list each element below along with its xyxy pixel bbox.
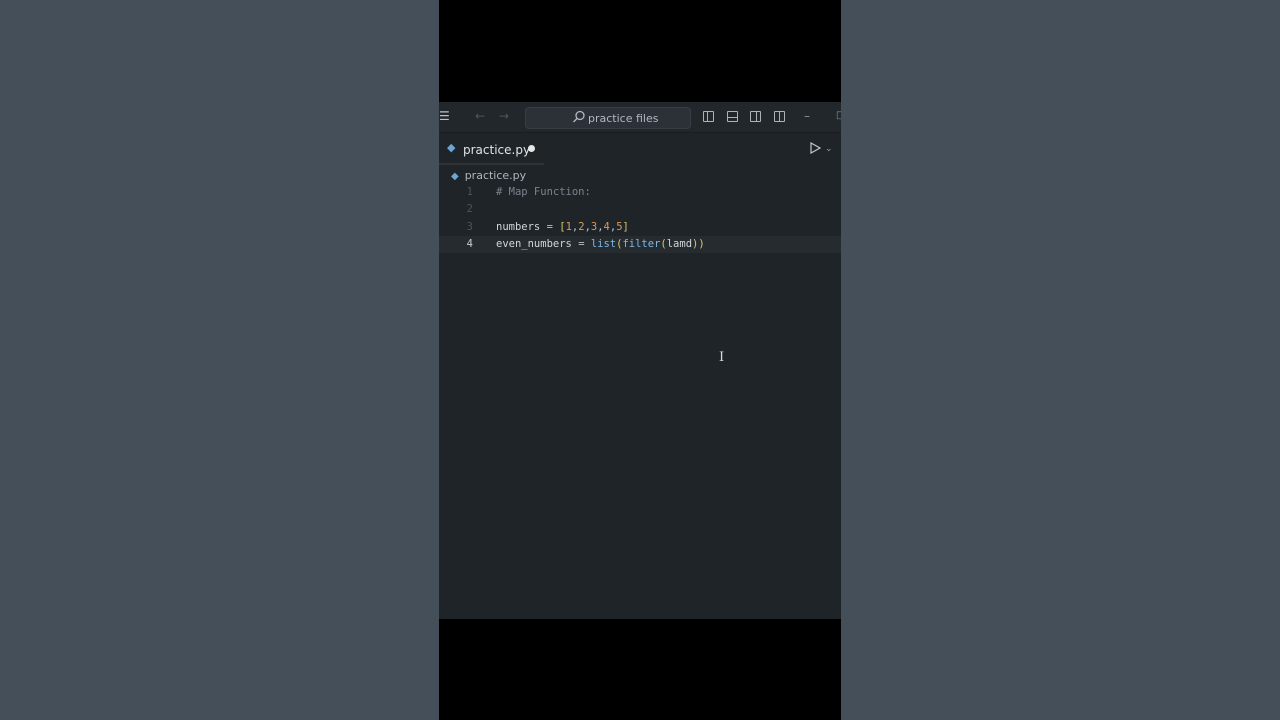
line-number: 3 — [466, 220, 473, 233]
text-cursor-icon: I — [719, 350, 725, 365]
toggle-bottom-panel-icon[interactable] — [727, 111, 738, 122]
minimize-icon[interactable]: – — [804, 110, 810, 122]
customize-layout-icon[interactable] — [774, 111, 785, 122]
tab-bar: ◆ practice.py ⌄ — [439, 133, 841, 165]
tab-practice-py[interactable]: ◆ practice.py — [439, 133, 544, 165]
code-text: # Map Function: — [496, 186, 591, 198]
code-line-active[interactable]: 4 even_numbers = list(filter(lamd)) — [439, 235, 841, 254]
python-file-icon: ◆ — [451, 171, 459, 182]
title-bar: ☰ ← → practice files – □ — [439, 102, 841, 133]
tab-label: practice.py — [463, 143, 531, 157]
search-label: practice files — [588, 112, 659, 125]
line-number: 2 — [466, 203, 473, 216]
code-line[interactable]: 3 numbers = [1,2,3,4,5] — [439, 219, 841, 236]
line-number: 1 — [466, 186, 473, 198]
toggle-left-panel-icon[interactable] — [703, 111, 714, 122]
search-bar[interactable]: practice files — [525, 107, 691, 129]
code-text: even_numbers = list(filter(lamd)) — [496, 237, 705, 250]
code-editor-window: ☰ ← → practice files – □ ◆ practice.py ⌄… — [439, 102, 841, 619]
code-area[interactable]: 1 # Map Function: 2 3 numbers = [1,2,3,4… — [439, 184, 841, 254]
arrow-right-icon[interactable]: → — [499, 110, 509, 122]
python-file-icon: ◆ — [447, 141, 456, 154]
breadcrumb[interactable]: ◆ practice.py — [451, 169, 526, 185]
unsaved-indicator[interactable] — [528, 145, 535, 152]
video-frame: ☰ ← → practice files – □ ◆ practice.py ⌄… — [439, 0, 841, 720]
maximize-icon[interactable]: □ — [836, 111, 841, 121]
run-icon[interactable] — [809, 142, 821, 154]
code-line[interactable]: 2 — [439, 201, 841, 218]
code-line[interactable]: 1 # Map Function: — [439, 184, 841, 201]
toggle-right-panel-icon[interactable] — [750, 111, 761, 122]
breadcrumb-file: practice.py — [464, 169, 527, 182]
arrow-left-icon[interactable]: ← — [475, 110, 485, 122]
hamburger-icon[interactable]: ☰ — [439, 110, 450, 122]
line-number: 4 — [466, 237, 473, 250]
chevron-down-icon[interactable]: ⌄ — [825, 144, 833, 154]
search-icon — [573, 110, 585, 123]
code-text: numbers = [1,2,3,4,5] — [496, 220, 629, 233]
